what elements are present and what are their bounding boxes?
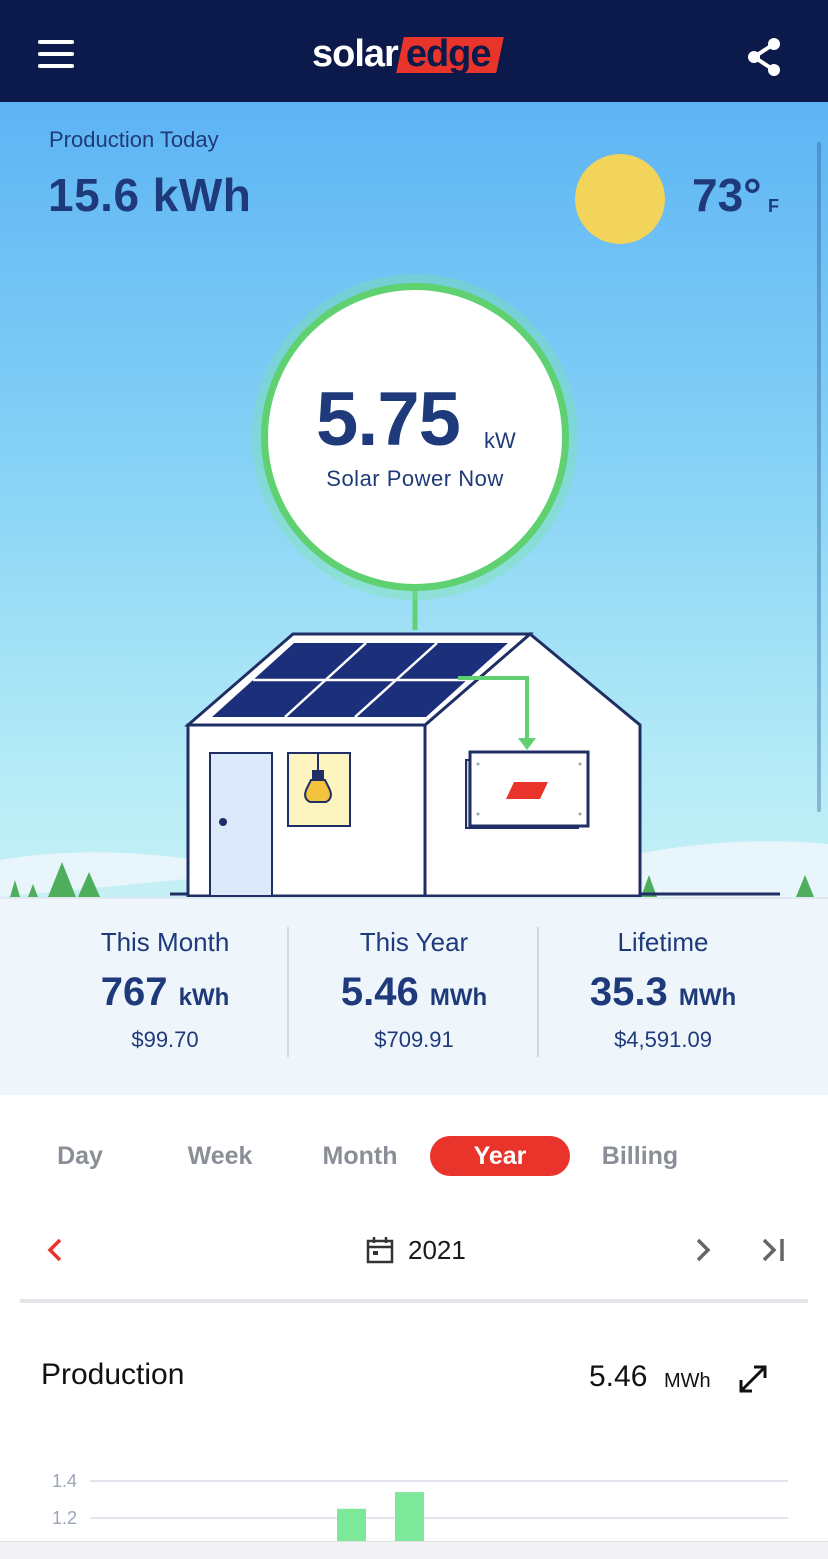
stat-money: $4,591.09	[614, 1027, 712, 1052]
tab-week[interactable]: Week	[150, 1136, 290, 1176]
energy-summary: This Month 767 kWh $99.70 This Year 5.46…	[0, 897, 828, 1095]
y-tick-label: 1.4	[52, 1471, 77, 1491]
tab-billing[interactable]: Billing	[570, 1136, 710, 1176]
expand-icon[interactable]	[736, 1362, 770, 1396]
bottom-bar	[0, 1541, 828, 1559]
tab-day[interactable]: Day	[10, 1136, 150, 1176]
date-navigator: 2021	[0, 1222, 828, 1278]
share-icon[interactable]	[744, 36, 784, 78]
solar-power-unit: kW	[484, 428, 516, 453]
y-tick-label: 1.2	[52, 1508, 77, 1528]
production-unit: MWh	[664, 1370, 711, 1392]
app-header: solar edge	[0, 0, 828, 102]
stat-title: This Month	[100, 927, 230, 957]
logo-edge: edge	[396, 32, 504, 76]
tab-year[interactable]: Year	[430, 1136, 570, 1176]
production-title: Production	[41, 1358, 185, 1391]
chevron-left-icon[interactable]	[38, 1230, 72, 1270]
production-total: 5.46	[589, 1360, 648, 1393]
stat-value: 35.3 MWh	[589, 970, 737, 1014]
production-chart: 1.4 1.2	[52, 1471, 788, 1542]
tab-month[interactable]: Month	[290, 1136, 430, 1176]
stat-title: Lifetime	[617, 927, 709, 957]
logo-text-edge: edge	[405, 32, 492, 75]
stat-money: $99.70	[131, 1027, 199, 1052]
inverter-icon	[465, 750, 590, 829]
selected-date: 2021	[408, 1234, 466, 1265]
stat-money: $709.91	[374, 1027, 454, 1052]
hamburger-menu-icon[interactable]	[38, 40, 78, 70]
solar-power-label: Solar Power Now	[326, 466, 504, 491]
stat-value: 767 kWh	[100, 970, 230, 1014]
section-divider	[20, 1299, 808, 1303]
solar-power-value: 5.75	[316, 377, 461, 462]
stat-this-month: This Month 767 kWh $99.70	[40, 927, 290, 1053]
date-picker[interactable]: 2021	[366, 1232, 466, 1268]
calendar-icon	[366, 1237, 394, 1264]
stat-lifetime: Lifetime 35.3 MWh $4,591.09	[538, 927, 788, 1053]
stat-title: This Year	[359, 927, 469, 957]
door-icon	[209, 752, 273, 897]
chart-bar[interactable]	[395, 1492, 424, 1542]
skip-to-end-icon[interactable]	[754, 1230, 794, 1270]
chevron-right-icon[interactable]	[686, 1230, 720, 1270]
solaredge-logo: solar edge	[312, 30, 504, 78]
stat-this-year: This Year 5.46 MWh $709.91	[289, 927, 539, 1053]
logo-text-solar: solar	[312, 32, 399, 75]
chart-bar[interactable]	[337, 1508, 366, 1542]
production-hero: Production Today 15.6 kWh 73° F 5.75 kW …	[0, 102, 828, 897]
period-tabs: Day Week Month Year Billing	[0, 1136, 828, 1176]
stat-value: 5.46 MWh	[340, 970, 488, 1014]
